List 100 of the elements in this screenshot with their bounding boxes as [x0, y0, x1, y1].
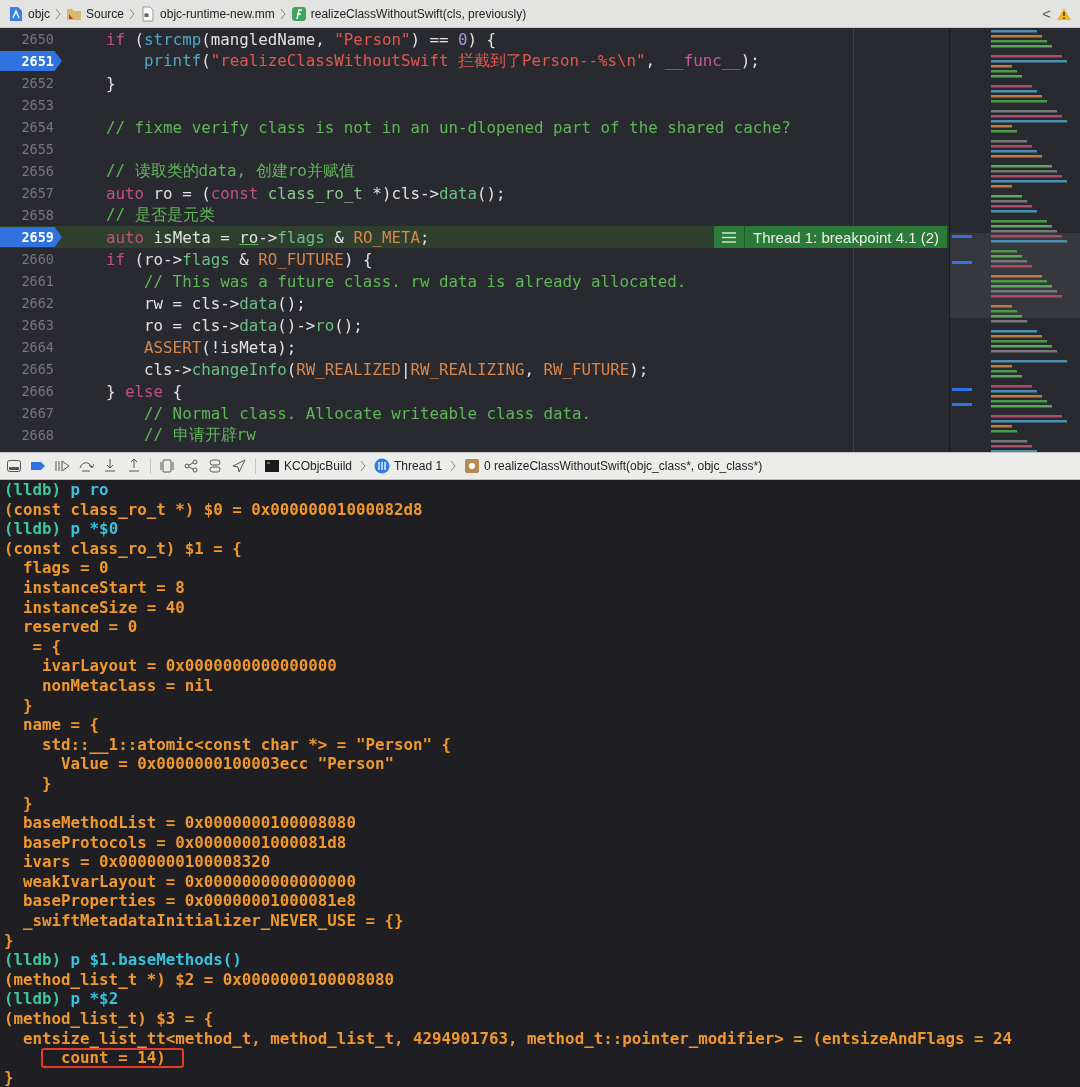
- console-output: }: [4, 1067, 14, 1087]
- console-output: std::__1::atomic<const char *> = "Person" {: [41, 734, 451, 755]
- breadcrumb-item[interactable]: objc-runtime-new.mm: [140, 5, 275, 22]
- console-prompt: (lldb): [4, 950, 62, 970]
- console-output: (const class_ro_t) $1 = {: [4, 538, 242, 559]
- console-output: _swiftMetadataInitializer_NEVER_USE = {}: [22, 911, 404, 931]
- console-command: p *$2: [69, 989, 119, 1010]
- console-output: baseMethodList = 0x0000000100008080: [22, 813, 356, 833]
- code-line: } else {: [105, 381, 183, 401]
- console-output: }: [41, 773, 52, 794]
- graph-icon[interactable]: [183, 458, 199, 474]
- chevron-icon: [279, 7, 286, 20]
- code-line: // 读取类的data, 创建ro并赋值: [105, 160, 355, 182]
- chevron-icon: [360, 460, 367, 472]
- code-line: // fixme verify class is not in an un-dlopened part of the shared cache?: [105, 117, 791, 137]
- app-document-icon: [8, 5, 24, 22]
- breadcrumb-item[interactable]: objc: [8, 5, 50, 22]
- console-command: p $1.baseMethods(): [69, 950, 242, 970]
- console-output: flags = 0: [22, 558, 109, 578]
- console-output: = {: [31, 636, 62, 657]
- minimap-drawing[interactable]: [950, 28, 1080, 452]
- toggle-icon[interactable]: [207, 458, 223, 474]
- line-number: 2661: [20, 273, 55, 289]
- line-number: 2658: [20, 207, 55, 223]
- location-icon[interactable]: [231, 458, 247, 474]
- source-file-icon: [140, 5, 157, 22]
- code-line: printf("realizeClassWithoutSwift 拦截到了Person--%s\n", __func__);: [143, 50, 760, 72]
- thread-icon: [374, 458, 391, 474]
- breadcrumb-item[interactable]: Thread 1: [374, 458, 443, 474]
- highlighted-output: count = 14): [41, 1048, 184, 1068]
- code-line: cls->changeInfo(RW_REALIZED|RW_REALIZING, RW_FUTURE);: [143, 359, 649, 379]
- breadcrumb-item[interactable]: 0 realizeClassWithoutSwift(objc_class*, objc_class*): [464, 458, 763, 474]
- console-output: name = {: [22, 715, 100, 735]
- console-output: (const class_ro_t *) $0 = 0x00000001000082d8: [4, 499, 423, 520]
- console-output: ivars = 0x0000000100008320: [22, 852, 271, 872]
- step-into-icon[interactable]: [102, 458, 118, 474]
- line-number: 2663: [20, 317, 55, 333]
- console-output: ivarLayout = 0x0000000000000000: [41, 656, 337, 676]
- line-number: 2666: [20, 383, 55, 399]
- line-number: 2662: [20, 295, 55, 311]
- line-number: 2656: [20, 163, 55, 179]
- code-line: // Normal class. Allocate writeable class data.: [143, 403, 592, 423]
- console-output: }: [22, 793, 33, 814]
- code-line: ASSERT(!isMeta);: [143, 337, 297, 357]
- code-line: if (ro->flags & RO_FUTURE) {: [105, 249, 373, 269]
- line-number: 2650: [20, 31, 55, 47]
- chevron-icon: [55, 7, 61, 20]
- breakpoint-banner[interactable]: Thread 1: breakpoint 4.1 (2): [714, 226, 947, 248]
- console-output: instanceSize = 40: [22, 597, 185, 618]
- menu-icon[interactable]: [722, 231, 737, 243]
- step-out-icon[interactable]: [126, 458, 142, 474]
- console-output: (method_list_t) $3 = {: [4, 1009, 214, 1029]
- console-prompt: (lldb): [4, 519, 62, 539]
- back-button[interactable]: <: [1042, 5, 1051, 22]
- console-output: baseProperties = 0x00000001000081e8: [22, 891, 356, 912]
- line-number: 2665: [20, 361, 55, 377]
- line-number: 2654: [20, 119, 55, 135]
- code-line: }: [105, 73, 116, 93]
- breakpoint-marker[interactable]: 2659: [0, 227, 62, 247]
- console-output: }: [22, 695, 33, 716]
- console-output: reserved = 0: [22, 617, 138, 637]
- code-line: ro = cls->data()->ro();: [143, 315, 363, 335]
- code-line: if (strcmp(mangledName, "Person") == 0) {: [105, 29, 497, 49]
- stack-frame-icon: [464, 458, 481, 474]
- breadcrumb-item[interactable]: realizeClassWithoutSwift(cls, previously): [290, 5, 527, 22]
- code-line: // 是否是元类: [105, 204, 215, 226]
- code-line: rw = cls->data();: [143, 293, 306, 313]
- code-line: // 申请开辟rw: [143, 424, 256, 446]
- warning-icon[interactable]: [1056, 6, 1072, 21]
- line-number: 2655: [20, 141, 55, 157]
- code-line: auto isMeta = ro->flags & RO_META;: [105, 227, 430, 247]
- line-number: 2653: [20, 97, 55, 113]
- console-output: Value = 0x0000000100003ecc "Person": [60, 754, 394, 774]
- console-output: instanceStart = 8: [22, 577, 185, 598]
- console-output: nonMetaclass = nil: [41, 675, 214, 696]
- breadcrumb-item[interactable]: KCObjcBuild: [264, 458, 353, 474]
- console-output: }: [4, 930, 14, 951]
- console-output: (method_list_t *) $2 = 0x0000000100008080: [4, 969, 394, 990]
- line-number: 2660: [20, 251, 55, 267]
- console-command: p *$0: [69, 519, 119, 539]
- console-output: entsize_list_tt<method_t, method_list_t, 4294901763, method_t::pointer_modifier> = (entsizeAndFlags = 24: [22, 1028, 1013, 1049]
- line-number: 2668: [20, 427, 55, 443]
- chevron-icon: [450, 460, 457, 472]
- console-output: weakIvarLayout = 0x0000000000000000: [22, 871, 356, 892]
- code-line: // This was a future class. rw data is already allocated.: [143, 271, 687, 291]
- function-icon: [290, 5, 307, 22]
- continue-icon[interactable]: [54, 458, 70, 474]
- code-line: auto ro = (const class_ro_t *)cls->data();: [105, 183, 506, 203]
- breadcrumb-item[interactable]: Source: [66, 5, 125, 22]
- line-number: 2664: [20, 339, 55, 355]
- console-command: p ro: [69, 480, 109, 500]
- breakpoint-marker[interactable]: 2651: [0, 51, 62, 71]
- terminal-icon: [264, 458, 280, 474]
- console-output: baseProtocols = 0x00000001000081d8: [22, 832, 347, 853]
- chevron-icon: [129, 7, 136, 20]
- panel-icon[interactable]: [6, 458, 22, 474]
- console-prompt: (lldb): [4, 989, 62, 1010]
- line-number: 2667: [20, 405, 55, 421]
- line-number: 2652: [20, 75, 55, 91]
- line-number: 2657: [20, 185, 55, 201]
